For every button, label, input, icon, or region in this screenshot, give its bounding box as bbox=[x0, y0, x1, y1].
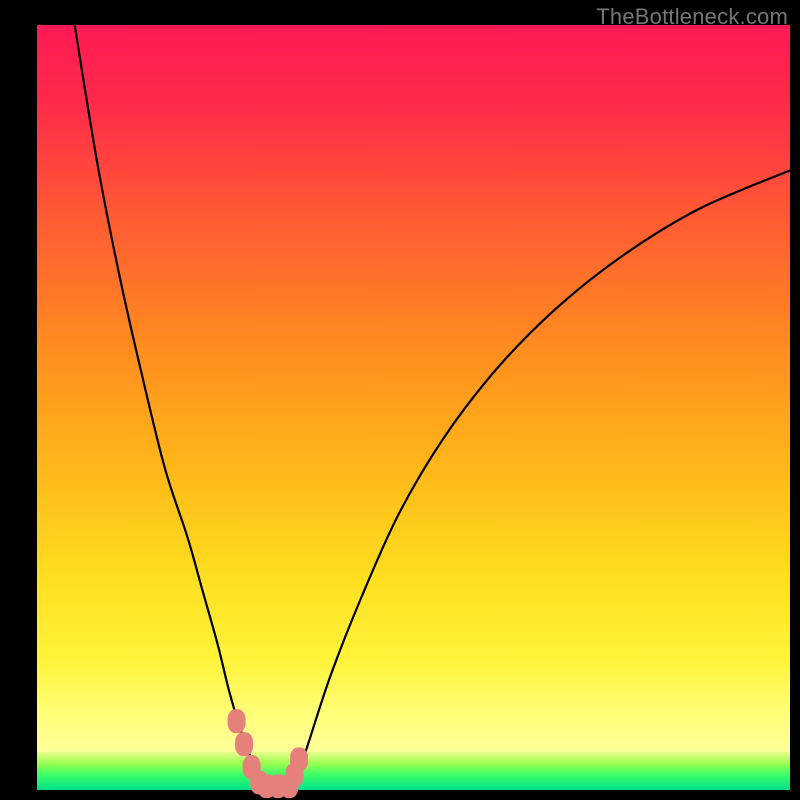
chart-frame: TheBottleneck.com bbox=[0, 0, 800, 800]
marker-dot bbox=[290, 747, 308, 771]
green-band bbox=[37, 752, 790, 790]
bottleneck-chart bbox=[0, 0, 800, 800]
watermark-text: TheBottleneck.com bbox=[596, 4, 788, 30]
marker-dot bbox=[228, 709, 246, 733]
marker-dot bbox=[235, 732, 253, 756]
